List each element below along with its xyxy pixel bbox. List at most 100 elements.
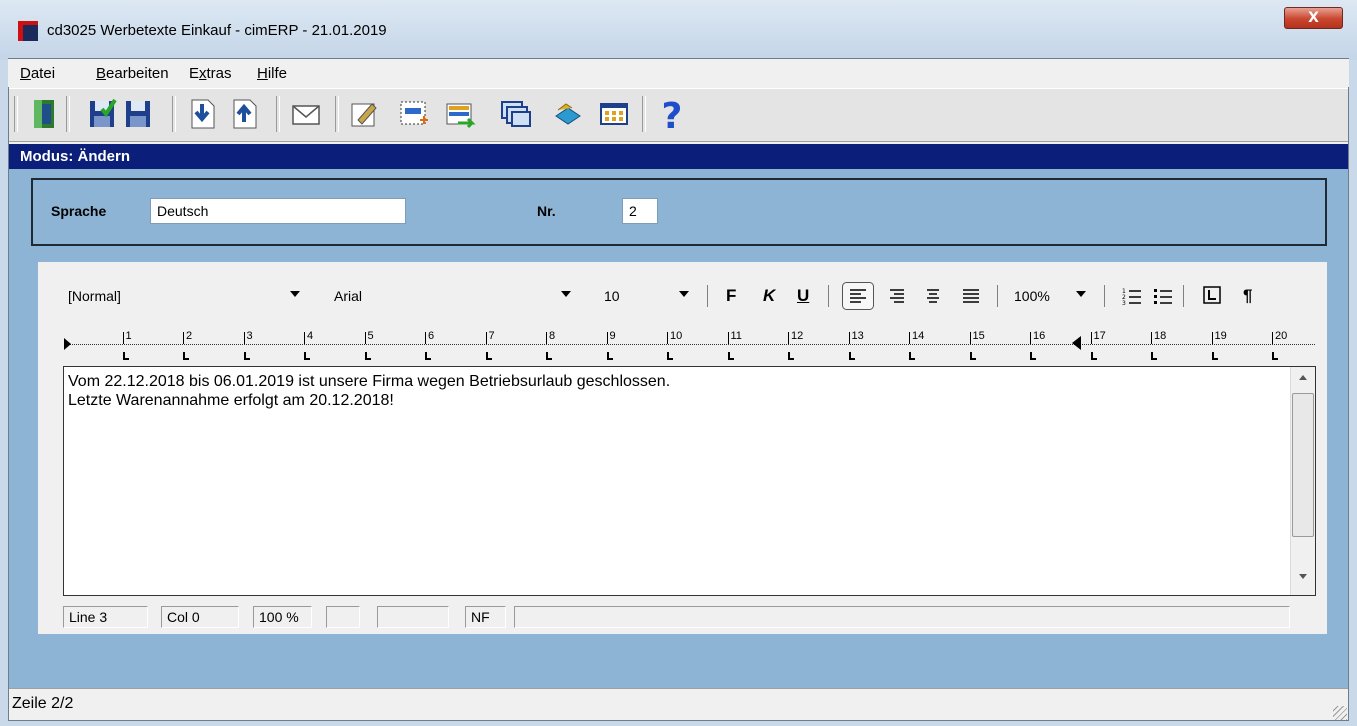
exit-icon[interactable] <box>28 96 60 132</box>
windows-icon[interactable] <box>500 96 532 132</box>
ruler-tick <box>667 332 668 344</box>
toolbar-separator <box>642 96 646 132</box>
size-dropdown-icon[interactable] <box>679 291 689 297</box>
tab-stop-marker[interactable] <box>667 352 673 360</box>
grid-icon[interactable] <box>598 96 630 132</box>
title-bar: cd3025 Werbetexte Einkauf - cimERP - 21.… <box>0 0 1357 60</box>
tab-stop-marker[interactable] <box>1211 352 1218 360</box>
ruler-number: 16 <box>1033 330 1046 342</box>
size-select[interactable]: 10 <box>604 288 620 304</box>
format-separator <box>707 285 708 307</box>
ruler-number: 17 <box>1093 330 1106 342</box>
editor-status-row: Line 3 Col 0 100 % NF <box>38 603 1327 631</box>
tab-stop-marker[interactable] <box>909 352 915 360</box>
tab-stop-marker[interactable] <box>122 352 129 360</box>
tab-stop-marker[interactable] <box>1090 352 1097 360</box>
window-title: cd3025 Werbetexte Einkauf - cimERP - 21.… <box>47 22 387 39</box>
tab-stop-marker[interactable] <box>546 352 552 360</box>
italic-button[interactable]: K <box>763 286 775 306</box>
ruler-baseline <box>64 344 1315 345</box>
bullet-list-icon[interactable] <box>1153 286 1173 306</box>
scroll-down-icon[interactable] <box>1299 574 1307 579</box>
tab-stop-marker[interactable] <box>788 352 794 360</box>
scrollbar-thumb[interactable] <box>1292 393 1314 537</box>
export-icon[interactable] <box>228 96 260 132</box>
book-icon[interactable] <box>552 96 584 132</box>
ruler-tick <box>304 332 305 344</box>
menu-hilfe[interactable]: Hilfe <box>257 65 287 82</box>
ruler-number: 4 <box>307 330 314 342</box>
tab-stop-marker[interactable] <box>969 352 976 360</box>
align-right-icon[interactable] <box>889 286 905 306</box>
style-select[interactable]: [Normal] <box>68 288 121 304</box>
new-record-icon[interactable] <box>398 96 430 132</box>
tab-stop-marker[interactable] <box>727 352 734 360</box>
app-window: cd3025 Werbetexte Einkauf - cimERP - 21.… <box>0 0 1357 726</box>
scroll-up-icon[interactable] <box>1299 375 1307 380</box>
toolbar-separator <box>66 96 70 132</box>
vertical-scrollbar[interactable] <box>1290 367 1315 595</box>
svg-text:3: 3 <box>1122 300 1126 306</box>
align-justify-icon[interactable] <box>962 286 980 306</box>
tab-stop-marker[interactable] <box>848 352 855 360</box>
ruler-number: 1 <box>125 330 132 342</box>
tab-stop-marker[interactable] <box>1272 352 1278 360</box>
font-select[interactable]: Arial <box>334 288 362 304</box>
format-separator <box>828 285 829 307</box>
number-field[interactable]: 2 <box>622 198 658 224</box>
menu-extras[interactable]: Extras <box>189 65 232 82</box>
edit-icon[interactable] <box>348 96 380 132</box>
tab-stop-marker[interactable] <box>1030 352 1036 360</box>
numbered-list-icon[interactable]: 123 <box>1122 286 1142 306</box>
menu-datei[interactable]: Datei <box>20 65 55 82</box>
bold-button[interactable]: F <box>726 286 736 306</box>
help-icon[interactable]: ? <box>656 96 688 132</box>
ruler-tick <box>364 332 366 344</box>
ruler-number: 3 <box>246 330 253 342</box>
font-dropdown-icon[interactable] <box>561 291 571 297</box>
underline-button[interactable]: U <box>797 286 809 306</box>
ruler-tick <box>485 332 487 344</box>
zoom-select[interactable]: 100% <box>1014 288 1050 304</box>
number-label: Nr. <box>537 203 556 219</box>
ruler-tick <box>909 332 910 344</box>
toolbar-separator <box>335 96 339 132</box>
pilcrow-button[interactable]: ¶ <box>1243 286 1252 306</box>
tab-stop-marker[interactable] <box>1151 352 1157 360</box>
menu-bearbeiten[interactable]: Bearbeiten <box>96 65 169 82</box>
zoom-dropdown-icon[interactable] <box>1076 291 1086 297</box>
tab-stop-marker[interactable] <box>243 352 250 360</box>
close-button[interactable]: X <box>1284 7 1343 29</box>
mode-indicator-nf: NF <box>465 606 506 628</box>
text-editor[interactable]: Vom 22.12.2018 bis 06.01.2019 ist unsere… <box>63 366 1316 596</box>
import-icon[interactable] <box>186 96 218 132</box>
mail-icon[interactable] <box>290 96 322 132</box>
tab-stop-marker[interactable] <box>364 352 371 360</box>
save-new-icon[interactable] <box>86 96 118 132</box>
save-icon[interactable] <box>122 96 154 132</box>
tab-stop-marker[interactable] <box>606 352 613 360</box>
ruler-tick <box>969 332 971 344</box>
tab-stop-marker[interactable] <box>425 352 431 360</box>
ruler-number: 12 <box>791 330 804 342</box>
ruler-number: 20 <box>1275 330 1288 342</box>
tab-stop-marker[interactable] <box>485 352 492 360</box>
right-indent-icon[interactable] <box>1071 336 1081 350</box>
language-field[interactable]: Deutsch <box>150 198 406 224</box>
tab-stop-icon[interactable] <box>1203 286 1221 304</box>
ruler-tick <box>727 332 729 344</box>
align-center-icon[interactable] <box>925 286 941 306</box>
ruler-number: 11 <box>730 330 742 342</box>
align-left-icon[interactable] <box>842 282 874 310</box>
status-slot <box>326 606 360 628</box>
left-indent-icon[interactable] <box>64 338 72 350</box>
tab-stop-marker[interactable] <box>183 352 189 360</box>
tab-stop-marker[interactable] <box>304 352 310 360</box>
menu-bar: Datei Bearbeiten Extras Hilfe <box>8 59 1349 87</box>
style-dropdown-icon[interactable] <box>290 291 300 297</box>
ruler-number: 9 <box>609 330 616 342</box>
column-indicator: Col 0 <box>161 606 239 628</box>
resize-grip-icon[interactable] <box>1333 706 1347 720</box>
format-separator <box>997 285 998 307</box>
transfer-icon[interactable] <box>444 96 476 132</box>
